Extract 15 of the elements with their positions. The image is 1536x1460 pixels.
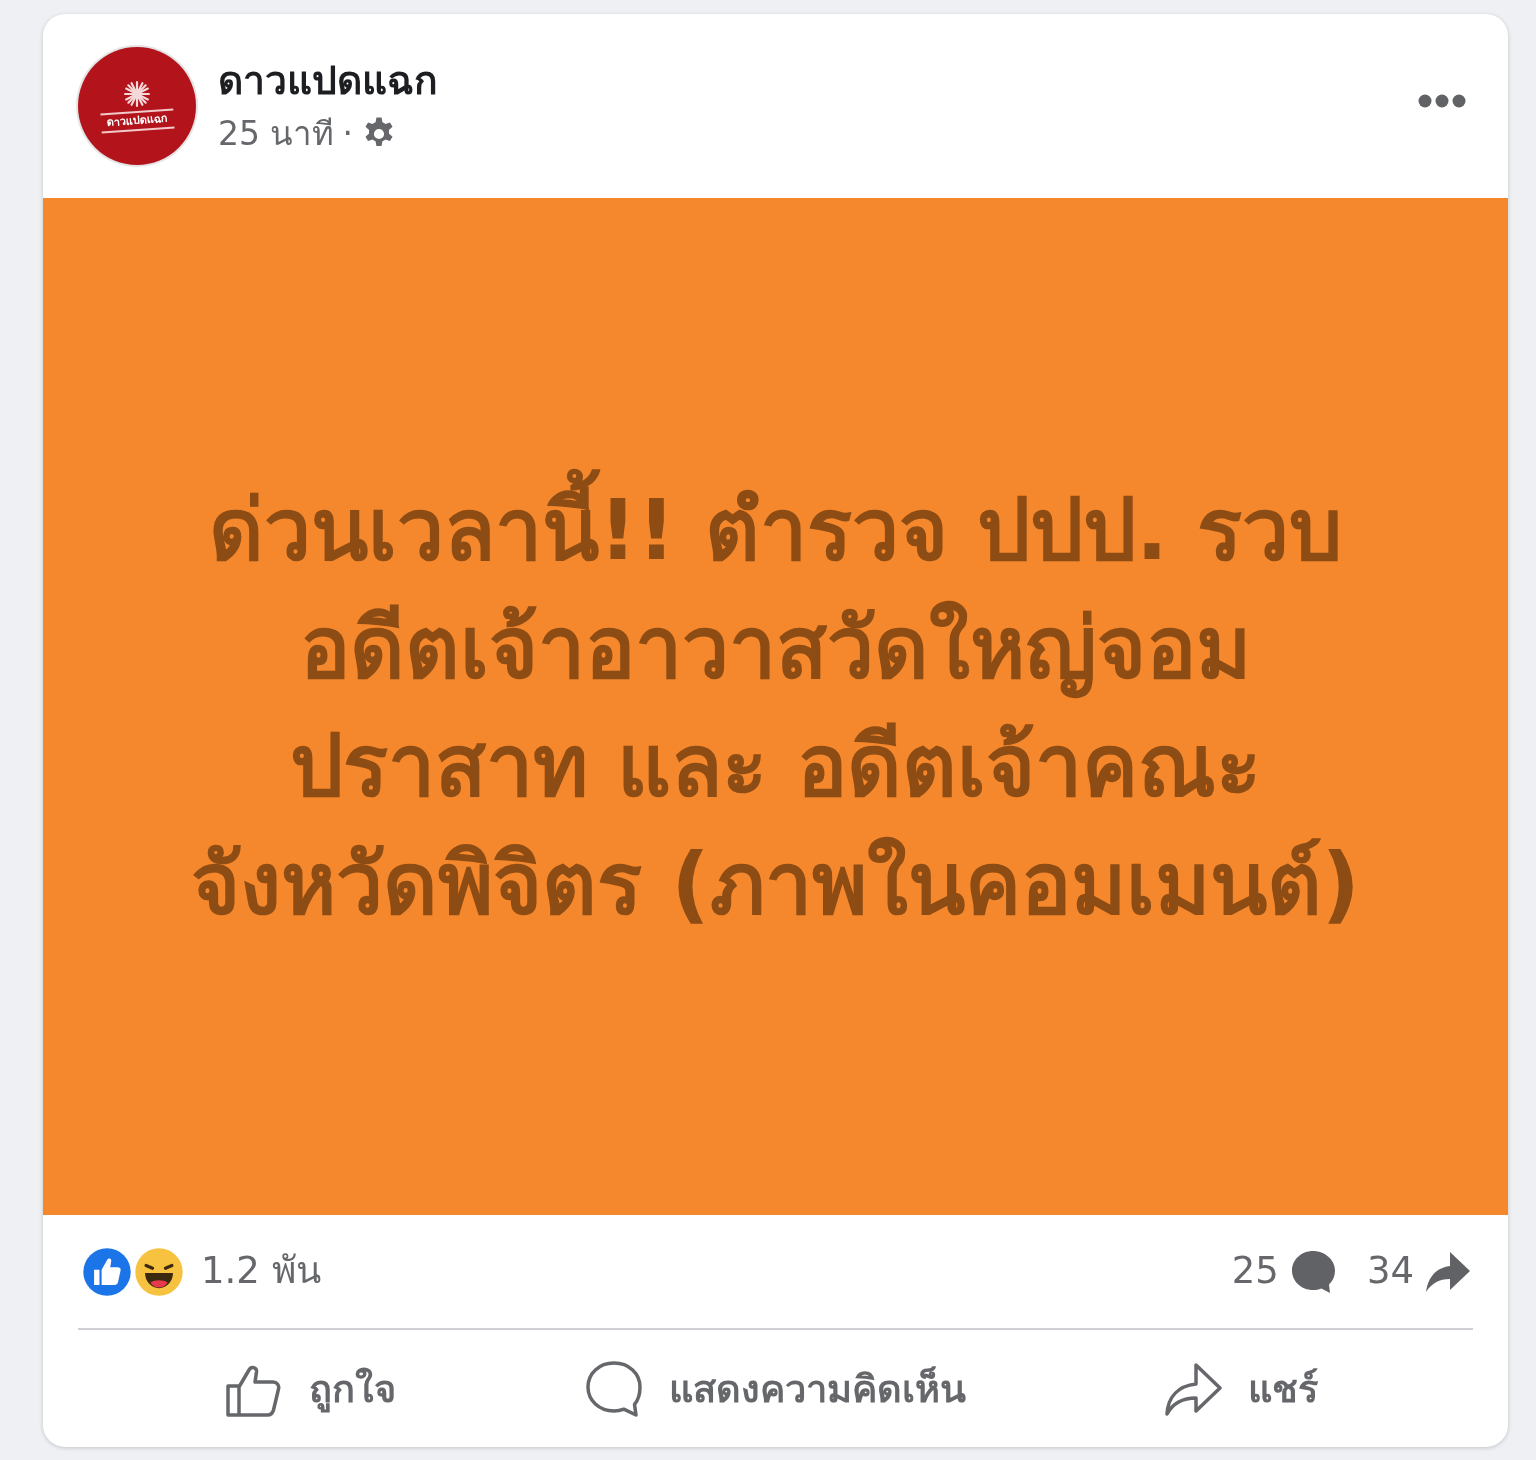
sparkle-icon (124, 80, 150, 107)
page-name[interactable]: ดาวแปดแฉก (218, 56, 438, 107)
post-text: ด่วนเวลานี้!! ตำรวจ ปปป. รวบ อดีตเจ้าอาวาสวัดใหญ่จอมปราสาท และ อดีตเจ้าคณะจังหวัดพิจิตร (ภาพในคอมเมนต์) (185, 470, 1366, 943)
page-avatar[interactable]: ดาวแปดแฉก (78, 47, 196, 165)
post-time[interactable]: 25 นาที (218, 112, 335, 156)
like-action-button[interactable]: ถูกใจ (78, 1330, 543, 1447)
reaction-count[interactable]: 1.2 พัน (201, 1247, 321, 1296)
comment-action-button[interactable]: แสดงความคิดเห็น (543, 1330, 1008, 1447)
dots-icon (1418, 94, 1466, 108)
separator-dot: · (342, 112, 353, 155)
logo-text: ดาวแปดแฉก (99, 108, 175, 134)
share-action-button[interactable]: แชร์ (1008, 1330, 1473, 1447)
comment-bubble-icon (585, 1359, 643, 1418)
share-count[interactable]: 34 (1366, 1247, 1414, 1296)
comment-count[interactable]: 25 (1231, 1247, 1279, 1296)
